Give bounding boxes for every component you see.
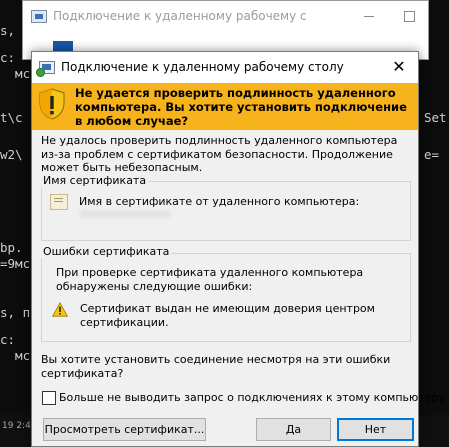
- remote-desktop-icon: [36, 61, 55, 77]
- description-text: Не удалось проверить подлинность удаленн…: [41, 134, 398, 174]
- dont-ask-again-label[interactable]: Больше не выводить запрос о подключениях…: [59, 391, 445, 404]
- remote-desktop-icon: [31, 10, 47, 23]
- certificate-name-group-label: Имя сертификата: [41, 174, 149, 187]
- minimize-icon[interactable]: [355, 6, 383, 26]
- terminal-line: =9мс: [0, 256, 31, 271]
- certificate-errors-group-label: Ошибки сертификата: [41, 245, 172, 258]
- no-button[interactable]: Нет: [337, 418, 414, 441]
- maximize-icon[interactable]: [395, 6, 423, 26]
- warning-banner: Не удается проверить подлинность удаленн…: [32, 83, 418, 130]
- certificate-name-redacted: [79, 210, 171, 218]
- terminal-line: мс: [0, 66, 31, 81]
- terminal-line: мс: [0, 348, 31, 363]
- taskbar-clock: 19 2:4: [2, 421, 31, 431]
- security-warning-dialog: Подключение к удаленному рабочему столу …: [31, 51, 445, 447]
- errors-intro-text: При проверке сертификата удаленного комп…: [56, 266, 364, 293]
- terminal-line: Set: [424, 110, 447, 125]
- shield-warning-icon: [39, 88, 65, 120]
- view-certificate-button[interactable]: Просмотреть сертификат...: [43, 418, 206, 441]
- certificate-icon: [50, 194, 68, 210]
- terminal-line: c:: [0, 332, 16, 347]
- question-text: Вы хотите установить соединение несмотря…: [41, 353, 391, 380]
- terminal-line: c:: [0, 50, 16, 65]
- close-icon[interactable]: ✕: [387, 56, 411, 78]
- warning-triangle-icon: [52, 302, 68, 317]
- dialog-title: Подключение к удаленному рабочему столу: [61, 60, 344, 74]
- certificate-name-label: Имя в сертификате от удаленного компьюте…: [79, 195, 360, 208]
- error-item-text: Сертификат выдан не имеющим доверия цент…: [80, 302, 375, 329]
- banner-message: Не удается проверить подлинность удаленн…: [75, 86, 407, 128]
- background-window-title: Подключение к удаленному рабочему с: [53, 9, 307, 23]
- yes-button[interactable]: Да: [256, 418, 331, 441]
- terminal-line: bp.: [0, 240, 23, 255]
- dialog-titlebar: Подключение к удаленному рабочему столу …: [32, 52, 418, 83]
- dont-ask-again-checkbox[interactable]: [42, 391, 56, 405]
- terminal-line: e=: [424, 147, 440, 162]
- terminal-line: w2\: [0, 147, 23, 162]
- terminal-line: s, п: [0, 305, 31, 320]
- terminal-line: t\c: [0, 110, 23, 125]
